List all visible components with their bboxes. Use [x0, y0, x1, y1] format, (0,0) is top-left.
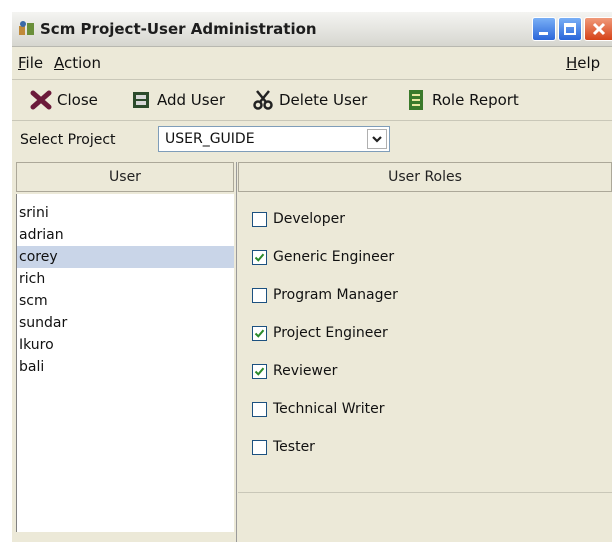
role-label: Developer [273, 211, 346, 227]
role-label: Reviewer [273, 363, 338, 379]
role-checkbox[interactable] [252, 287, 267, 303]
user-list[interactable]: srini adrian corey rich scm sundar Ikuro… [16, 194, 234, 532]
add-user-button[interactable]: Add User [130, 88, 225, 112]
role-report-button[interactable]: Role Report [405, 88, 519, 112]
close-window-button[interactable] [584, 17, 612, 41]
menu-file-mnemonic: F [18, 54, 26, 72]
app-window: Scm Project-User Administration File Act… [12, 12, 612, 542]
scissors-icon [252, 89, 274, 111]
menu-help-mnemonic: H [566, 54, 578, 72]
role-label: Generic Engineer [273, 249, 395, 265]
user-panel: User srini adrian corey rich scm sundar … [16, 162, 237, 542]
minimize-button[interactable] [532, 17, 556, 41]
dropdown-button[interactable] [367, 129, 387, 149]
menu-help-label: elp [577, 54, 601, 72]
delete-user-label: Delete User [279, 91, 368, 109]
user-column-header: User [16, 162, 234, 192]
role-checkbox[interactable] [252, 363, 267, 379]
role-label: Program Manager [273, 287, 398, 303]
role-label: Technical Writer [273, 401, 385, 417]
divider [238, 492, 612, 493]
role-project-engineer[interactable]: Project Engineer [252, 322, 388, 344]
select-project-label: Select Project [20, 132, 116, 148]
user-list-item[interactable]: scm [17, 290, 234, 312]
user-list-item[interactable]: sundar [17, 312, 234, 334]
user-list-item[interactable]: Ikuro [17, 334, 234, 356]
menu-action[interactable]: Action [54, 54, 101, 72]
role-tester[interactable]: Tester [252, 436, 315, 458]
roles-panel: User Roles Developer Generic Engineer Pr… [238, 162, 612, 542]
app-icon [18, 20, 36, 36]
role-reviewer[interactable]: Reviewer [252, 360, 337, 382]
menu-action-label: ction [64, 54, 101, 72]
role-checkbox[interactable] [252, 439, 267, 455]
role-label: Tester [273, 439, 315, 455]
role-technical-writer[interactable]: Technical Writer [252, 398, 384, 420]
user-list-item[interactable]: adrian [17, 224, 234, 246]
roles-column-header: User Roles [238, 162, 612, 192]
toolbar: Close Add User Delete User Role Report [12, 80, 612, 121]
project-select[interactable]: USER_GUIDE [158, 126, 390, 152]
role-checkbox[interactable] [252, 401, 267, 417]
project-selected-value: USER_GUIDE [165, 131, 255, 147]
checkmark-icon [254, 367, 265, 376]
checkmark-icon [254, 253, 265, 262]
close-x-icon [30, 89, 52, 111]
menu-file[interactable]: File [18, 54, 43, 72]
add-user-icon [130, 89, 152, 111]
role-report-label: Role Report [432, 91, 519, 109]
close-button[interactable]: Close [30, 88, 98, 112]
user-list-item-selected[interactable]: corey [17, 246, 234, 268]
role-checkbox[interactable] [252, 211, 267, 227]
delete-user-button[interactable]: Delete User [252, 88, 367, 112]
close-button-label: Close [57, 91, 98, 109]
chevron-down-icon [368, 133, 386, 152]
role-label: Project Engineer [273, 325, 388, 341]
add-user-label: Add User [157, 91, 225, 109]
role-developer[interactable]: Developer [252, 208, 345, 230]
menu-help[interactable]: Help [566, 54, 600, 72]
user-list-item[interactable]: bali [17, 356, 234, 378]
role-checkbox[interactable] [252, 249, 267, 265]
window-title: Scm Project-User Administration [40, 20, 317, 38]
maximize-button[interactable] [558, 17, 582, 41]
title-bar[interactable]: Scm Project-User Administration [12, 12, 612, 47]
role-checkbox[interactable] [252, 325, 267, 341]
project-row: Select Project USER_GUIDE [12, 121, 612, 159]
user-list-item[interactable]: rich [17, 268, 234, 290]
roles-header-label: User Roles [388, 169, 462, 185]
user-list-item[interactable]: srini [17, 202, 234, 224]
role-generic-engineer[interactable]: Generic Engineer [252, 246, 394, 268]
user-header-label: User [109, 169, 141, 185]
report-icon [405, 89, 427, 111]
role-program-manager[interactable]: Program Manager [252, 284, 398, 306]
menu-bar: File Action Help [12, 47, 612, 80]
menu-action-mnemonic: A [54, 54, 64, 72]
checkmark-icon [254, 329, 265, 338]
menu-file-label: ile [25, 54, 44, 72]
